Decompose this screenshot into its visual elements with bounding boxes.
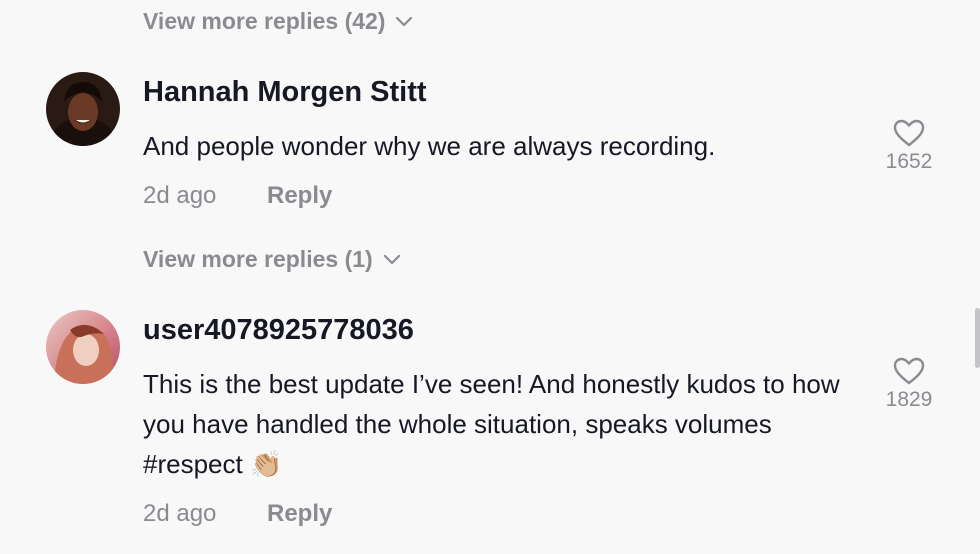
scrollbar[interactable] <box>975 308 980 368</box>
view-more-replies-label: View more replies (42) <box>143 8 386 34</box>
view-more-replies-button[interactable]: View more replies (42) <box>143 8 413 35</box>
comment-username[interactable]: user4078925778036 <box>143 314 414 347</box>
comment-meta: 2d ago Reply <box>143 182 332 210</box>
comments-panel: View more replies (42) Hannah Morgen Sti… <box>0 0 980 554</box>
view-more-replies-button[interactable]: View more replies (1) <box>143 246 401 273</box>
heart-icon <box>870 356 948 386</box>
chevron-down-icon <box>395 16 413 28</box>
reply-button[interactable]: Reply <box>267 500 332 528</box>
avatar[interactable] <box>46 310 120 384</box>
comment-text-body: And people wonder why we are always reco… <box>143 131 716 161</box>
like-button[interactable]: 1829 <box>870 356 948 412</box>
avatar[interactable] <box>46 72 120 146</box>
comment-text-body: This is the best update I’ve seen! And h… <box>143 369 840 479</box>
view-more-replies-label: View more replies (1) <box>143 246 373 272</box>
clapping-hands-emoji: 👏🏼 <box>249 449 283 479</box>
comment-timestamp: 2d ago <box>143 182 217 209</box>
chevron-down-icon <box>383 254 401 266</box>
comment-text: And people wonder why we are always reco… <box>143 126 863 166</box>
reply-button[interactable]: Reply <box>267 182 332 210</box>
comment-meta: 2d ago Reply <box>143 500 332 528</box>
comment-text: This is the best update I’ve seen! And h… <box>143 364 843 484</box>
heart-icon <box>870 118 948 148</box>
comment-timestamp: 2d ago <box>143 500 217 527</box>
like-count: 1829 <box>885 388 933 411</box>
like-button[interactable]: 1652 <box>870 118 948 174</box>
comment-username[interactable]: Hannah Morgen Stitt <box>143 76 427 109</box>
like-count: 1652 <box>885 150 933 173</box>
